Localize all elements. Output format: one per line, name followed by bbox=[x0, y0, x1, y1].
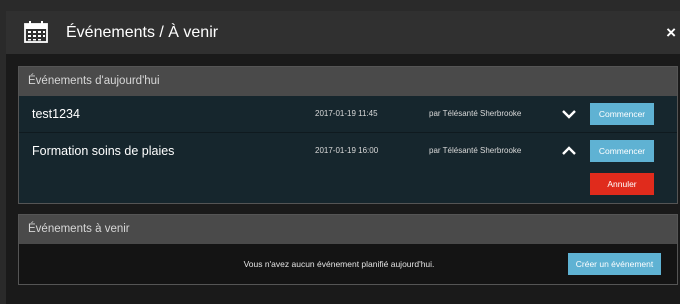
event-datetime: 2017-01-19 16:00 bbox=[315, 146, 379, 155]
cancel-event-button[interactable]: Annuler bbox=[590, 173, 654, 195]
event-row: Formation soins de plaies 2017-01-19 16:… bbox=[19, 132, 677, 169]
event-name: Formation soins de plaies bbox=[32, 144, 175, 158]
event-actions-row: Annuler bbox=[19, 169, 677, 203]
modal-title: Événements / À venir bbox=[66, 24, 219, 41]
start-event-button[interactable]: Commencer bbox=[590, 140, 654, 162]
event-row: test1234 2017-01-19 11:45 par Télésanté … bbox=[19, 96, 677, 132]
event-organizer: par Télésanté Sherbrooke bbox=[429, 146, 522, 155]
event-organizer: par Télésanté Sherbrooke bbox=[429, 109, 522, 118]
modal-content: Événements d'aujourd'hui test1234 2017-0… bbox=[6, 54, 680, 304]
create-event-button[interactable]: Créer un événement bbox=[568, 253, 661, 275]
start-event-button[interactable]: Commencer bbox=[590, 103, 654, 125]
empty-state-message: Vous n'avez aucun événement planifié auj… bbox=[243, 259, 435, 269]
upcoming-events-panel: Événements à venir Vous n'avez aucun évé… bbox=[18, 214, 678, 285]
chevron-up-icon[interactable] bbox=[562, 144, 576, 158]
event-name: test1234 bbox=[32, 107, 80, 121]
chevron-down-icon[interactable] bbox=[562, 107, 576, 121]
event-datetime: 2017-01-19 11:45 bbox=[315, 109, 378, 118]
today-events-panel: Événements d'aujourd'hui test1234 2017-0… bbox=[18, 66, 678, 204]
close-icon[interactable]: × bbox=[666, 11, 676, 54]
upcoming-events-heading: Événements à venir bbox=[19, 215, 677, 244]
empty-state-row: Vous n'avez aucun événement planifié auj… bbox=[19, 244, 677, 284]
calendar-icon bbox=[23, 20, 49, 44]
modal-titlebar: Événements / À venir × bbox=[6, 11, 680, 54]
today-events-heading: Événements d'aujourd'hui bbox=[19, 67, 677, 96]
